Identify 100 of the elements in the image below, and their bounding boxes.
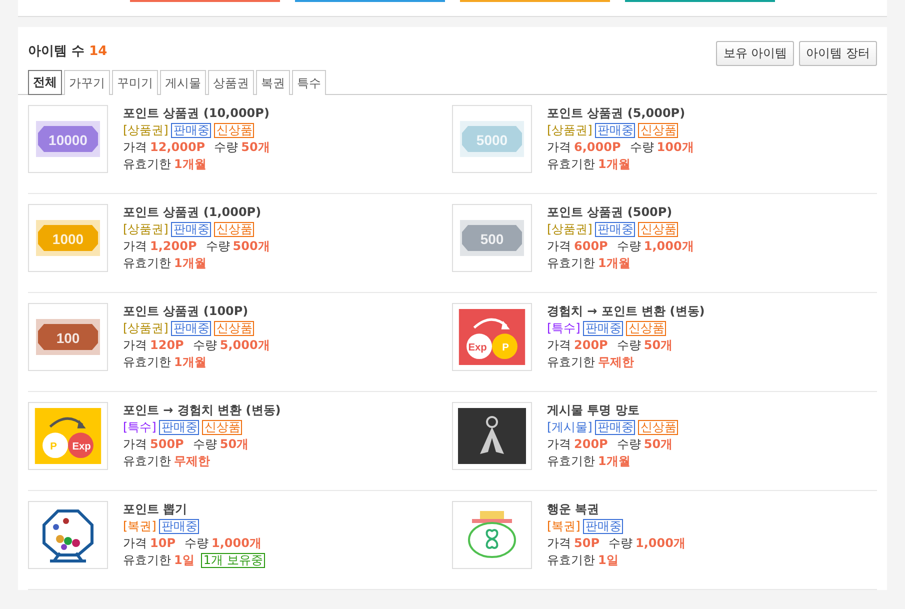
category-tab[interactable]: 게시물 [160, 70, 206, 95]
item-name[interactable]: 포인트 상품권 (1,000P) [123, 204, 270, 220]
status-tag: 신상품 [214, 122, 254, 138]
status-tag: 판매중 [595, 420, 636, 434]
category-tab[interactable]: 복권 [256, 70, 290, 95]
status-tag: 판매중 [171, 320, 212, 336]
price-label: 가격 [547, 337, 571, 353]
category-label: [특수] [547, 320, 580, 336]
status-tag: 판매중 [595, 122, 636, 138]
price-value: 500P [150, 436, 184, 452]
price-value: 1,200P [150, 238, 197, 254]
status-tag: 판매중 [583, 320, 624, 336]
status-tag: 신상품 [638, 420, 678, 434]
price-label: 가격 [123, 238, 147, 254]
category-label: [상품권] [547, 221, 592, 237]
quantity-value: 500개 [232, 238, 270, 254]
item-name[interactable]: 경험치 → 포인트 변환 (변동) [547, 303, 705, 319]
category-label: [게시물] [547, 419, 592, 435]
expiry-label: 유효기한 [123, 354, 171, 370]
expiry-label: 유효기한 [123, 453, 171, 469]
status-tag: 판매중 [159, 518, 200, 534]
status-tag: 신상품 [202, 420, 242, 434]
quantity-label: 수량 [214, 139, 238, 155]
expiry-label: 유효기한 [123, 255, 171, 271]
category-tab[interactable]: 상품권 [208, 70, 254, 95]
item-name[interactable]: 포인트 뽑기 [123, 501, 265, 517]
quantity-value: 5,000개 [220, 337, 270, 353]
item-thumbnail[interactable] [28, 501, 108, 569]
quantity-value: 50개 [220, 436, 249, 452]
price-label: 가격 [123, 535, 147, 551]
price-value: 600P [574, 238, 608, 254]
expiry-value: 1개월 [598, 453, 630, 469]
quantity-value: 100개 [656, 139, 694, 155]
quantity-value: 50개 [644, 337, 673, 353]
price-label: 가격 [123, 436, 147, 452]
quantity-value: 50개 [241, 139, 270, 155]
price-label: 가격 [547, 238, 571, 254]
header-button[interactable]: 아이템 장터 [799, 41, 877, 66]
cloak-drawing [458, 408, 526, 464]
expiry-value: 1일 [598, 552, 618, 568]
status-tag: 신상품 [214, 222, 254, 236]
expiry-label: 유효기한 [547, 453, 595, 469]
expiry-value: 1개월 [174, 354, 206, 370]
quantity-label: 수량 [192, 337, 217, 353]
price-value: 6,000P [574, 139, 621, 155]
item-thumbnail[interactable] [452, 402, 532, 470]
price-value: 200P [574, 436, 608, 452]
quantity-value: 1,000개 [644, 238, 694, 254]
status-tag: 신상품 [214, 320, 254, 336]
conversion-drawing: P Exp [34, 408, 102, 464]
price-label: 가격 [123, 139, 147, 155]
item-name[interactable]: 포인트 상품권 (5,000P) [547, 105, 694, 121]
expiry-value: 1개월 [174, 255, 206, 271]
quantity-label: 수량 [206, 238, 230, 254]
expiry-label: 유효기한 [547, 156, 595, 172]
category-label: [복권] [547, 518, 580, 534]
quantity-label: 수량 [616, 238, 641, 254]
expiry-value: 무제한 [598, 354, 634, 370]
category-tab[interactable]: 꾸미기 [112, 70, 158, 95]
status-tag: 신상품 [626, 320, 666, 336]
quantity-label: 수량 [630, 139, 654, 155]
expiry-label: 유효기한 [547, 354, 595, 370]
price-label: 가격 [547, 436, 571, 452]
item-count-title: 아이템 수 14 [28, 42, 108, 60]
item-name[interactable]: 포인트 상품권 (500P) [547, 204, 694, 220]
header-button[interactable]: 보유 아이템 [716, 41, 794, 66]
price-label: 가격 [123, 337, 147, 353]
price-label: 가격 [547, 139, 571, 155]
category-label: [상품권] [123, 122, 168, 138]
quantity-value: 1,000개 [212, 535, 262, 551]
expiry-value: 1일 [174, 552, 194, 568]
category-label: [상품권] [123, 221, 168, 237]
category-label: [복권] [123, 518, 156, 534]
status-tag: 신상품 [638, 122, 678, 138]
expiry-value: 무제한 [174, 453, 210, 469]
quantity-label: 수량 [608, 535, 632, 551]
quantity-value: 50개 [644, 436, 673, 452]
item-thumbnail[interactable]: 100 [28, 303, 108, 371]
quantity-label: 수량 [192, 436, 217, 452]
owned-tag: 1개 보유중 [201, 552, 265, 568]
expiry-value: 1개월 [598, 156, 630, 172]
item-thumbnail[interactable] [452, 501, 532, 569]
category-tab[interactable]: 특수 [292, 70, 326, 95]
item-name[interactable]: 포인트 상품권 (10,000P) [123, 105, 270, 121]
quantity-label: 수량 [616, 436, 641, 452]
category-label: [상품권] [123, 320, 168, 336]
price-label: 가격 [547, 535, 571, 551]
item-thumbnail[interactable]: P Exp [28, 402, 108, 470]
expiry-label: 유효기한 [547, 552, 595, 568]
expiry-value: 1개월 [598, 255, 630, 271]
category-tab[interactable]: 전체 [28, 70, 62, 95]
item-thumbnail[interactable]: Exp P [452, 303, 532, 371]
category-label: [특수] [123, 419, 156, 435]
item-name[interactable]: 게시물 투명 망토 [547, 402, 678, 418]
expiry-label: 유효기한 [547, 255, 595, 271]
category-tab[interactable]: 가꾸기 [64, 70, 110, 95]
expiry-label: 유효기한 [123, 552, 171, 568]
item-name[interactable]: 포인트 상품권 (100P) [123, 303, 270, 319]
item-name[interactable]: 포인트 → 경험치 변환 (변동) [123, 402, 281, 418]
item-name[interactable]: 행운 복권 [547, 501, 686, 517]
